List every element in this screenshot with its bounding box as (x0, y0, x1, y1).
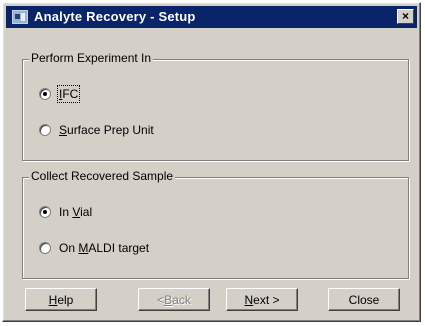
back-button[interactable]: < Back (138, 288, 210, 311)
title-bar[interactable]: Analyte Recovery - Setup × (6, 6, 417, 28)
on-maldi-target-label[interactable]: On MALDI target (59, 241, 149, 255)
app-icon (12, 10, 28, 24)
window-title: Analyte Recovery - Setup (34, 9, 196, 24)
close-window-button[interactable]: × (397, 9, 414, 24)
on-maldi-target-radio[interactable] (39, 242, 51, 254)
ifc-label[interactable]: IFC (56, 85, 81, 103)
perform-experiment-label: Perform Experiment In (29, 51, 154, 65)
in-vial-label[interactable]: In Vial (59, 205, 92, 219)
next-button[interactable]: Next > (226, 288, 298, 311)
collect-sample-group: Collect Recovered Sample In Vial On MALD… (22, 169, 409, 279)
surface-prep-unit-radio[interactable] (39, 124, 51, 136)
help-button[interactable]: Help (25, 288, 97, 311)
option-in-vial[interactable]: In Vial (39, 205, 92, 219)
option-on-maldi-target[interactable]: On MALDI target (39, 241, 149, 255)
collect-sample-label: Collect Recovered Sample (29, 169, 176, 183)
surface-prep-unit-label[interactable]: Surface Prep Unit (59, 123, 154, 137)
option-ifc[interactable]: IFC (39, 85, 81, 103)
close-button[interactable]: Close (328, 288, 400, 311)
in-vial-radio[interactable] (39, 206, 51, 218)
perform-experiment-group: Perform Experiment In IFC Surface Prep U… (22, 51, 409, 161)
option-surface-prep-unit[interactable]: Surface Prep Unit (39, 123, 154, 137)
ifc-radio[interactable] (39, 88, 51, 100)
